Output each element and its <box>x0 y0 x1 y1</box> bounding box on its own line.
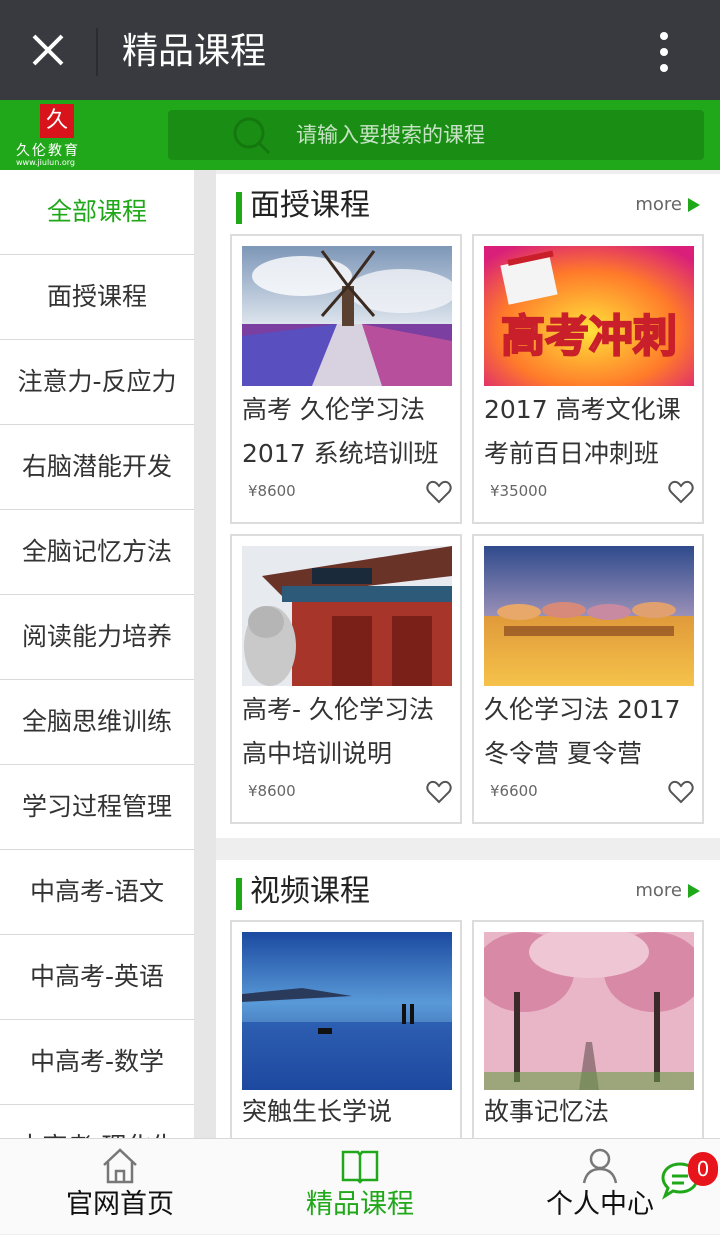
tab-courses[interactable]: 精品课程 <box>240 1139 480 1235</box>
heart-icon[interactable] <box>426 480 452 504</box>
course-title: 突触生长学说 <box>242 1097 393 1126</box>
bottom-tab-bar: 官网首页 精品课程 个人中心 <box>0 1138 720 1234</box>
sidebar-item-reading[interactable]: 阅读能力培养 <box>0 595 194 680</box>
sidebar-item-face-to-face[interactable]: 面授课程 <box>0 255 194 340</box>
notification-badge: 0 <box>688 1152 718 1186</box>
course-card[interactable]: 久伦学习法 2017 冬令营 夏令营 ¥6600 <box>472 534 704 824</box>
logo-url: www.jiulun.org <box>16 158 75 167</box>
book-icon <box>341 1150 379 1184</box>
course-title: 高考- 久伦学习法 高中培训说明 <box>242 695 434 768</box>
course-price: ¥8600 <box>248 482 296 500</box>
sidebar-item-right-brain[interactable]: 右脑潜能开发 <box>0 425 194 510</box>
user-icon <box>582 1148 618 1184</box>
course-title: 2017 高考文化课考前百日冲刺班 <box>484 395 681 468</box>
video-section: 视频课程 more 突触生长学说 故事记忆法 <box>216 860 720 1138</box>
tab-label: 官网首页 <box>66 1189 174 1220</box>
face-to-face-section: 面授课程 more 高考 久伦学习法 2017 系统培训班 ¥8600 高考冲刺… <box>216 174 720 838</box>
sidebar-item-process[interactable]: 学习过程管理 <box>0 765 194 850</box>
sidebar-item-memory[interactable]: 全脑记忆方法 <box>0 510 194 595</box>
section-title: 面授课程 <box>250 188 370 223</box>
heart-icon[interactable] <box>426 780 452 804</box>
course-image-beach-umbrellas <box>484 546 694 686</box>
logo-mark: 久 <box>40 104 74 138</box>
course-price: ¥8600 <box>248 782 296 800</box>
tab-home[interactable]: 官网首页 <box>0 1139 240 1235</box>
section-header: 面授课程 more <box>216 174 720 236</box>
title-divider <box>96 28 98 76</box>
course-card[interactable]: 高考冲刺 2017 高考文化课考前百日冲刺班 ¥35000 <box>472 234 704 524</box>
tab-label: 精品课程 <box>306 1189 414 1220</box>
course-card[interactable]: 突触生长学说 <box>230 920 462 1138</box>
logo-name: 久伦教育 <box>16 143 80 159</box>
course-image-cherry-blossoms <box>484 932 694 1090</box>
section-header: 视频课程 more <box>216 860 720 922</box>
sidebar-item-math[interactable]: 中高考-数学 <box>0 1020 194 1105</box>
more-label: more <box>635 194 682 215</box>
sidebar-divider <box>194 170 216 1138</box>
search-input[interactable] <box>296 118 686 152</box>
search-box[interactable] <box>168 110 704 160</box>
section-title: 视频课程 <box>250 874 370 909</box>
section-accent-bar <box>236 878 242 910</box>
more-options-icon[interactable] <box>646 28 682 76</box>
arrow-right-icon <box>688 198 700 212</box>
course-image-beach-couple <box>242 932 452 1090</box>
page-title: 精品课程 <box>122 31 267 72</box>
course-title: 高考 久伦学习法 2017 系统培训班 <box>242 395 439 468</box>
search-bar: 久 久伦教育 www.jiulun.org <box>0 100 720 170</box>
more-label: more <box>635 880 682 901</box>
course-image-exam-sprint: 高考冲刺 <box>484 246 694 386</box>
course-price: ¥35000 <box>490 482 548 500</box>
sidebar-item-english[interactable]: 中高考-英语 <box>0 935 194 1020</box>
heart-icon[interactable] <box>668 480 694 504</box>
arrow-right-icon <box>688 884 700 898</box>
course-image-windmill <box>242 246 452 386</box>
course-card[interactable]: 故事记忆法 <box>472 920 704 1138</box>
more-link[interactable]: more <box>635 192 700 218</box>
search-icon <box>233 117 271 155</box>
title-bar: 精品课程 <box>0 0 720 100</box>
close-icon[interactable] <box>28 30 68 70</box>
course-price: ¥6600 <box>490 782 538 800</box>
sidebar-item-science[interactable]: 中高考-理化生 <box>0 1105 194 1138</box>
course-card[interactable]: 高考 久伦学习法 2017 系统培训班 ¥8600 <box>230 234 462 524</box>
course-title: 故事记忆法 <box>484 1097 610 1126</box>
more-link[interactable]: more <box>635 878 700 904</box>
category-sidebar: 全部课程 面授课程 注意力-反应力 右脑潜能开发 全脑记忆方法 阅读能力培养 全… <box>0 170 194 1138</box>
logo[interactable]: 久 久伦教育 www.jiulun.org <box>12 104 104 167</box>
sidebar-item-attention[interactable]: 注意力-反应力 <box>0 340 194 425</box>
course-title: 久伦学习法 2017 冬令营 夏令营 <box>484 695 681 768</box>
heart-icon[interactable] <box>668 780 694 804</box>
section-accent-bar <box>236 192 242 224</box>
course-image-caption: 高考冲刺 <box>501 311 677 362</box>
sidebar-item-chinese[interactable]: 中高考-语文 <box>0 850 194 935</box>
home-icon <box>103 1148 137 1184</box>
sidebar-item-thinking[interactable]: 全脑思维训练 <box>0 680 194 765</box>
course-image-campus-gate <box>242 546 452 686</box>
sidebar-item-all[interactable]: 全部课程 <box>0 170 194 255</box>
course-card[interactable]: 高考- 久伦学习法 高中培训说明 ¥8600 <box>230 534 462 824</box>
